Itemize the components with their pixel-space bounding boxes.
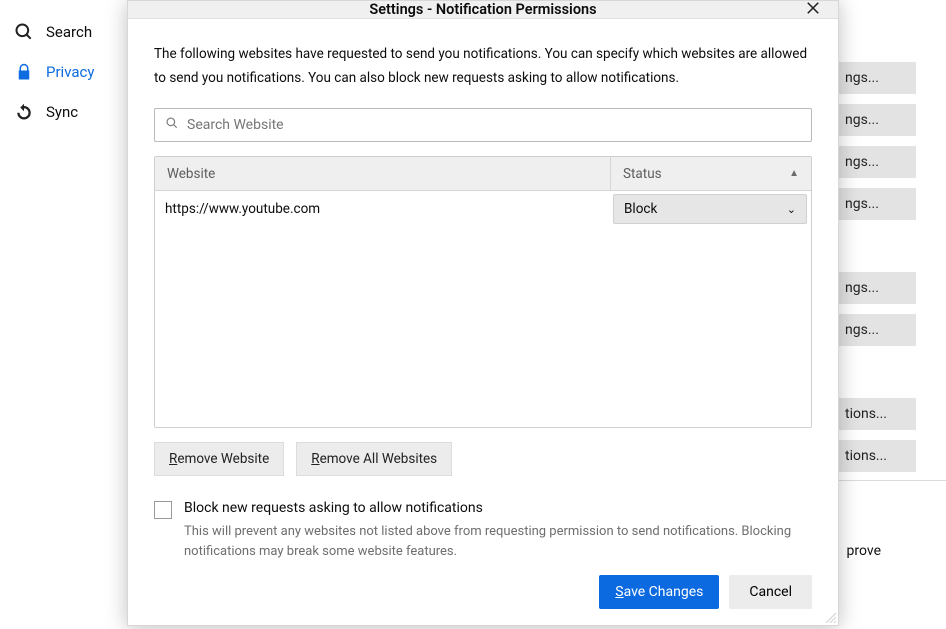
close-icon: [806, 0, 820, 20]
block-new-requests-section: Block new requests asking to allow notif…: [154, 500, 812, 561]
intro-text: The following websites have requested to…: [154, 43, 812, 90]
status-cell: Block ⌄: [611, 191, 811, 227]
search-website-wrap: [154, 108, 812, 142]
dialog-title: Settings - Notification Permissions: [369, 1, 596, 18]
table-header-row: Website Status ▲: [155, 157, 811, 191]
search-website-input[interactable]: [154, 108, 812, 142]
dialog-header: Settings - Notification Permissions: [128, 1, 838, 19]
col-header-website[interactable]: Website: [155, 157, 611, 190]
close-button[interactable]: [798, 0, 828, 25]
remove-actions: Remove Website Remove All Websites: [154, 442, 812, 476]
cancel-button[interactable]: Cancel: [729, 575, 812, 609]
resize-handle-icon[interactable]: [824, 611, 836, 623]
dialog-body: The following websites have requested to…: [128, 19, 838, 629]
sort-ascending-icon: ▲: [789, 168, 799, 179]
website-cell: https://www.youtube.com: [155, 191, 611, 227]
chevron-down-icon: ⌄: [787, 203, 796, 216]
search-icon: [165, 116, 179, 134]
block-new-requests-description: This will prevent any websites not liste…: [184, 522, 812, 561]
block-new-requests-checkbox[interactable]: [154, 501, 172, 519]
table-empty-area: [155, 227, 811, 427]
col-header-status[interactable]: Status ▲: [611, 157, 811, 190]
dialog-footer: Save Changes Cancel: [154, 575, 812, 613]
remove-all-websites-button[interactable]: Remove All Websites: [296, 442, 452, 476]
table-row[interactable]: https://www.youtube.com Block ⌄: [155, 191, 811, 227]
block-new-requests-label: Block new requests asking to allow notif…: [184, 500, 812, 516]
status-dropdown[interactable]: Block ⌄: [613, 194, 807, 224]
permissions-table: Website Status ▲ https://www.youtube.com…: [154, 156, 812, 428]
remove-website-button[interactable]: Remove Website: [154, 442, 284, 476]
save-changes-button[interactable]: Save Changes: [599, 575, 719, 609]
dialog-backdrop: Settings - Notification Permissions The …: [0, 0, 946, 626]
notification-permissions-dialog: Settings - Notification Permissions The …: [127, 0, 839, 626]
